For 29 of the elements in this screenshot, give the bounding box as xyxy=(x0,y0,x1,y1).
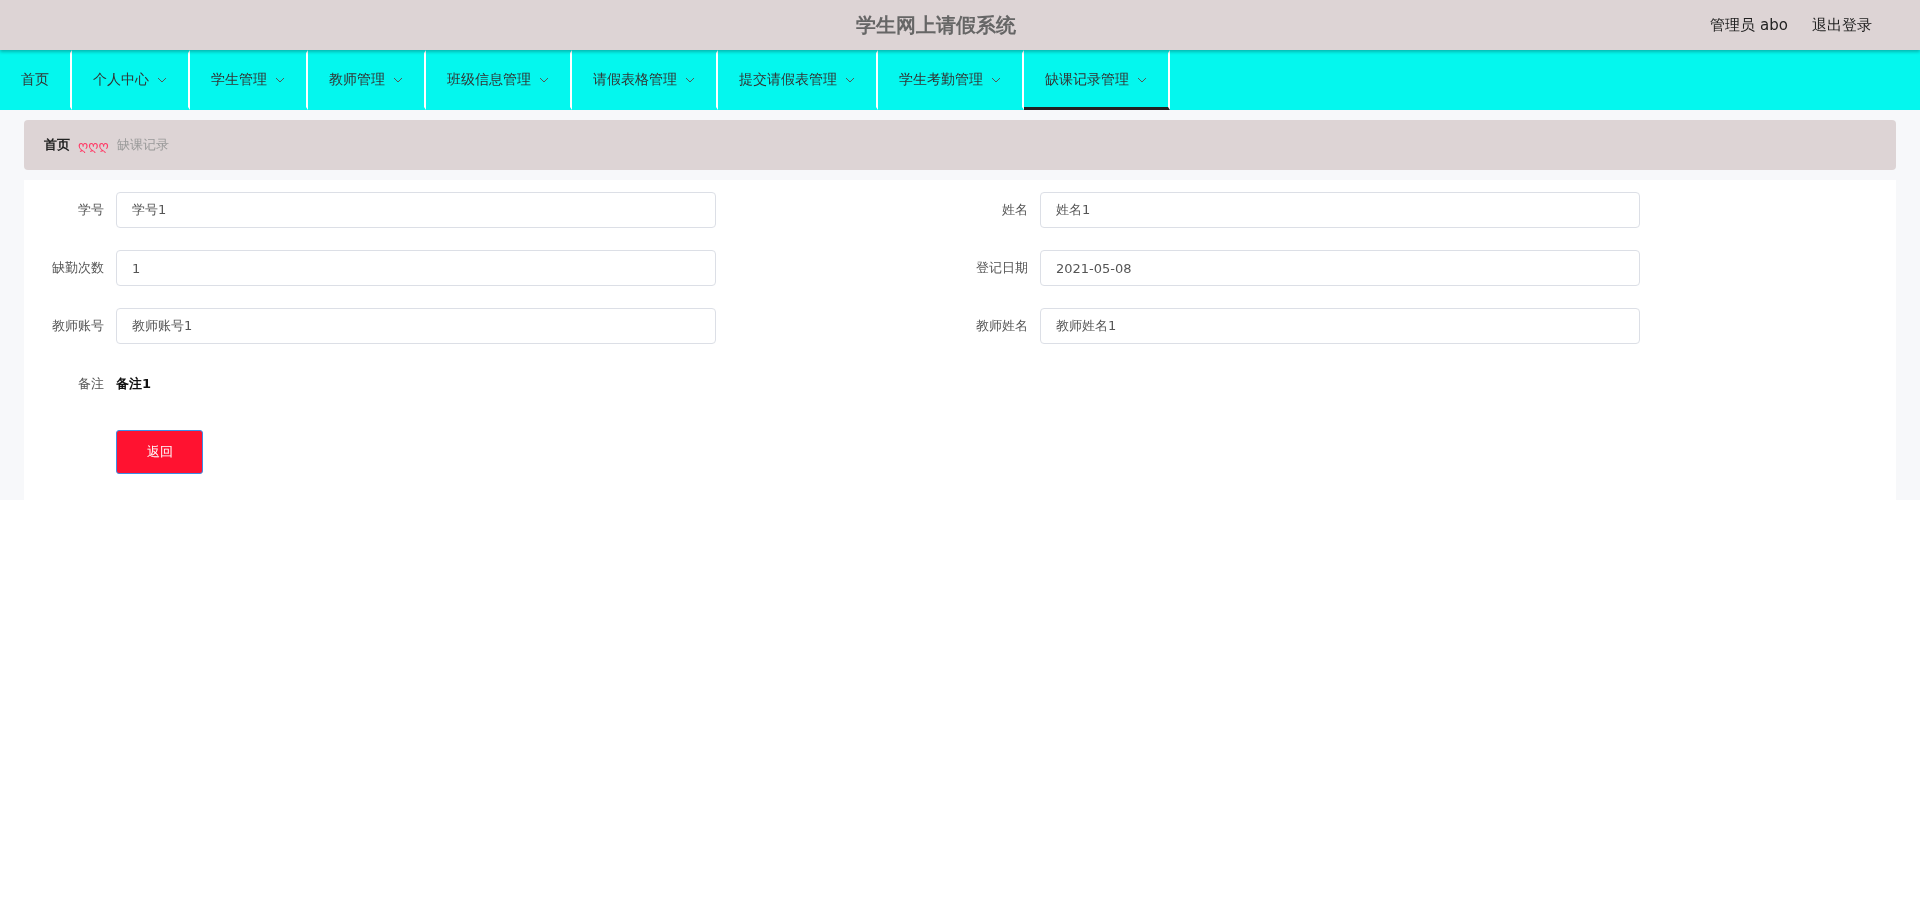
field-label: 教师账号 xyxy=(51,317,104,335)
note-value: 备注1 xyxy=(116,375,152,393)
user-name: 管理员 abo xyxy=(1710,15,1788,35)
breadcrumb-home[interactable]: 首页 xyxy=(44,136,70,154)
field-label: 缺勤次数 xyxy=(51,259,104,277)
breadcrumb-current: 缺课记录 xyxy=(116,136,169,154)
input-field[interactable]: 1 xyxy=(116,250,716,286)
chevron-down-icon xyxy=(539,77,549,83)
field-label: 姓名 xyxy=(1001,201,1028,219)
field-label: 备注 xyxy=(77,375,104,393)
input-field[interactable]: 教师姓名1 xyxy=(1040,308,1640,344)
app-title: 学生网上请假系统 xyxy=(856,11,1016,39)
input-field[interactable]: 姓名1 xyxy=(1040,192,1640,228)
input-field[interactable]: 教师账号1 xyxy=(116,308,716,344)
chevron-down-icon xyxy=(1137,77,1147,83)
chevron-down-icon xyxy=(157,77,167,83)
field-label: 教师姓名 xyxy=(975,317,1028,335)
breadcrumb-separator: ღღღ xyxy=(78,137,109,153)
chevron-down-icon xyxy=(845,77,855,83)
chevron-down-icon xyxy=(393,77,403,83)
field-label: 学号 xyxy=(77,201,104,219)
chevron-down-icon xyxy=(275,77,285,83)
input-field[interactable]: 学号1 xyxy=(116,192,716,228)
chevron-down-icon xyxy=(991,77,1001,83)
input-field[interactable]: 2021-05-08 xyxy=(1040,250,1640,286)
back-button[interactable]: 返回 xyxy=(116,430,203,474)
field-label: 登记日期 xyxy=(975,259,1028,277)
chevron-down-icon xyxy=(685,77,695,83)
logout-link[interactable]: 退出登录 xyxy=(1812,15,1872,35)
